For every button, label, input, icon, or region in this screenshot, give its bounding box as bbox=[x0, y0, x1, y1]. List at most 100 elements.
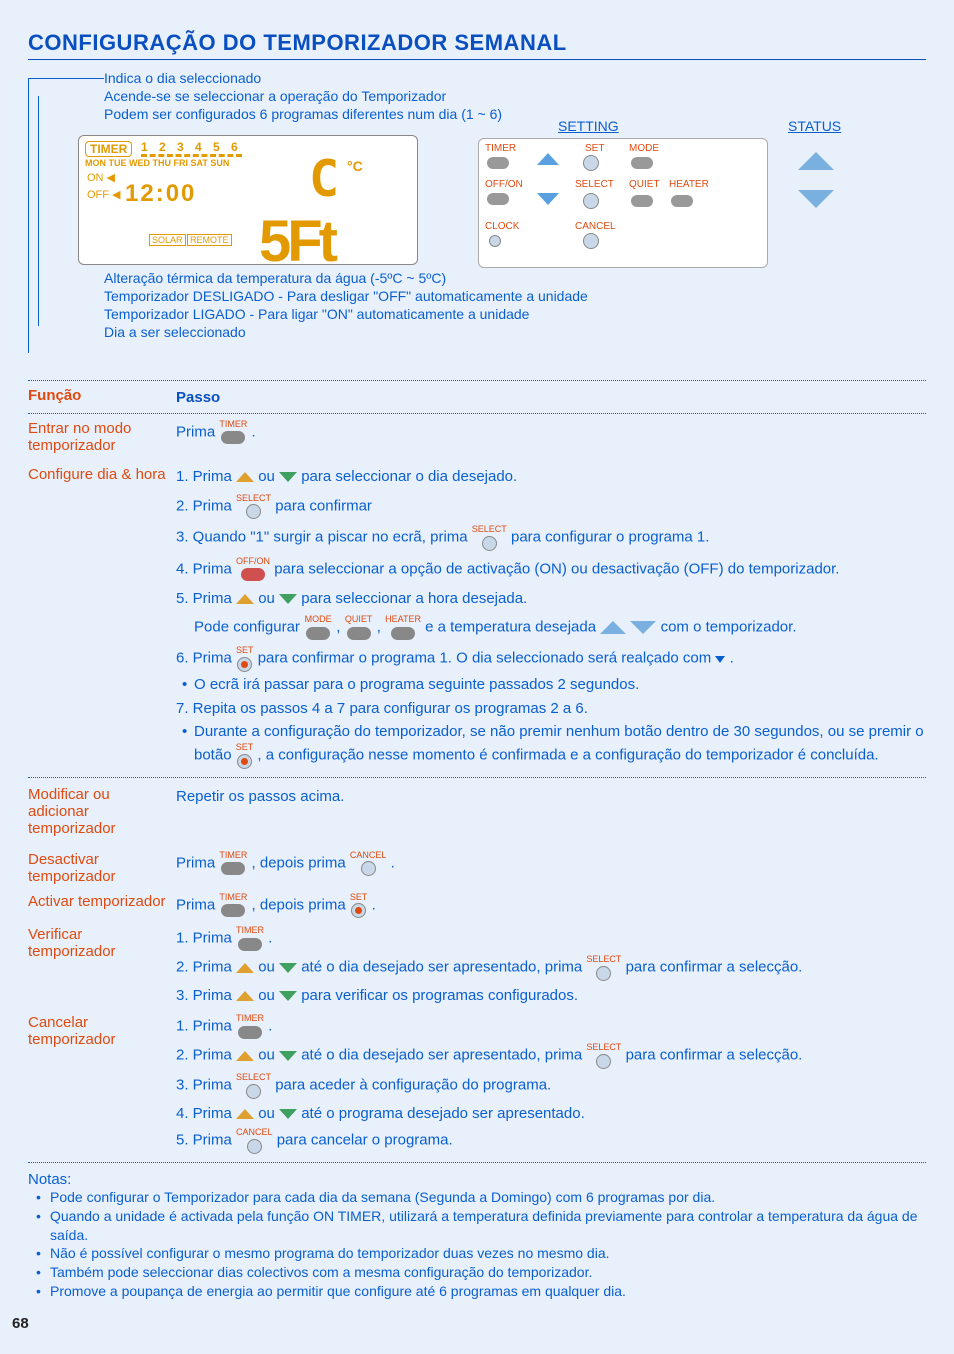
ctrl-heater-label: HEATER bbox=[669, 179, 709, 190]
text: 1. Prima bbox=[176, 1018, 236, 1035]
text: , depois prima bbox=[252, 854, 350, 871]
text: 1. Prima bbox=[176, 930, 236, 947]
icon-caption: SET bbox=[236, 743, 254, 752]
text: , depois prima bbox=[252, 896, 350, 913]
text: Prima bbox=[176, 896, 219, 913]
up-arrow-icon bbox=[537, 153, 559, 165]
text: 4. Prima bbox=[176, 560, 236, 577]
set-icon: SET bbox=[350, 893, 368, 919]
ctrl-set-label: SET bbox=[585, 143, 604, 154]
icon-caption: OFF/ON bbox=[236, 557, 270, 566]
up-icon bbox=[236, 1109, 254, 1119]
bullet: O ecrã irá passar para o programa seguin… bbox=[176, 674, 926, 696]
text: 3. Prima bbox=[176, 987, 236, 1004]
func-desactivar: Desactivar temporizador bbox=[28, 851, 176, 885]
text: . bbox=[268, 1018, 272, 1035]
func-configure: Configure dia & hora bbox=[28, 466, 176, 769]
up-icon bbox=[236, 963, 254, 973]
timer-icon: TIMER bbox=[219, 893, 247, 918]
text: para seleccionar a hora desejada. bbox=[301, 590, 527, 607]
timer-button-icon bbox=[487, 157, 509, 169]
heater-icon: HEATER bbox=[385, 615, 421, 640]
text: para aceder à configuração do programa. bbox=[275, 1077, 551, 1094]
diagram-region: Indica o dia seleccionado Acende-se se s… bbox=[28, 70, 926, 370]
text: 6. Prima bbox=[176, 650, 236, 667]
icon-caption: SELECT bbox=[236, 494, 271, 503]
icon-caption: SET bbox=[350, 893, 368, 902]
text: para confirmar o programa 1. O dia selec… bbox=[258, 650, 716, 667]
callout-6-programs: Podem ser configurados 6 programas difer… bbox=[104, 106, 502, 122]
cancel-icon: CANCEL bbox=[236, 1128, 273, 1154]
select-icon: SELECT bbox=[472, 525, 507, 551]
text: 3. Prima bbox=[176, 1077, 236, 1094]
temp-up-icon bbox=[600, 621, 626, 634]
icon-caption: SELECT bbox=[236, 1073, 271, 1082]
text: Prima bbox=[176, 854, 219, 871]
callout-timer-off: Temporizador DESLIGADO - Para desligar "… bbox=[104, 288, 588, 304]
down-icon bbox=[279, 963, 297, 973]
callout-day-to-select: Dia a ser seleccionado bbox=[104, 324, 246, 340]
callout-thermal: Alteração térmica da temperatura da água… bbox=[104, 270, 446, 286]
down-arrow-icon bbox=[537, 193, 559, 205]
row-desactivar: Desactivar temporizador Prima TIMER , de… bbox=[28, 851, 926, 885]
text: 7. Repita os passos 4 a 7 para configura… bbox=[176, 698, 926, 720]
text: ou bbox=[258, 1047, 279, 1064]
lcd-set-word: 5Ft bbox=[259, 208, 334, 275]
passo-entrar: Prima TIMER . bbox=[176, 420, 926, 454]
down-icon bbox=[279, 991, 297, 1001]
text: , a configuração nesse momento é confirm… bbox=[257, 747, 878, 764]
note-item: Também pode seleccionar dias colectivos … bbox=[36, 1263, 926, 1282]
timer-icon: TIMER bbox=[219, 420, 247, 445]
row-entrar: Entrar no modo temporizador Prima TIMER … bbox=[28, 420, 926, 454]
mode-icon: MODE bbox=[304, 615, 332, 640]
select-icon: SELECT bbox=[236, 1073, 271, 1099]
table-header-row: Função Passo bbox=[28, 387, 926, 409]
passo-modificar: Repetir os passos acima. bbox=[176, 786, 926, 837]
passo-verificar: 1. Prima TIMER . 2. Prima ou até o dia d… bbox=[176, 926, 926, 1006]
func-modificar: Modificar ou adicionar temporizador bbox=[28, 786, 176, 837]
text: . bbox=[372, 896, 376, 913]
down-icon bbox=[279, 472, 297, 482]
text: para confirmar bbox=[275, 497, 372, 514]
text: ou bbox=[258, 468, 279, 485]
set-icon: SET bbox=[236, 743, 254, 769]
offon-icon: OFF/ON bbox=[236, 557, 270, 582]
icon-caption: HEATER bbox=[385, 615, 421, 624]
lcd-unit: °C bbox=[347, 158, 363, 174]
note-item: Quando a unidade é activada pela função … bbox=[36, 1207, 926, 1245]
text: ou bbox=[258, 590, 279, 607]
text: para configurar o programa 1. bbox=[511, 529, 709, 546]
header-funcao: Função bbox=[28, 387, 176, 409]
status-up-icon bbox=[798, 152, 834, 170]
text: 3. Quando "1" surgir a piscar no ecrã, p… bbox=[176, 529, 472, 546]
note-item: Promove a poupança de energia ao permiti… bbox=[36, 1282, 926, 1301]
lcd-solar: SOLAR bbox=[149, 234, 186, 246]
text: 1. Prima bbox=[176, 468, 236, 485]
func-entrar: Entrar no modo temporizador bbox=[28, 420, 176, 454]
icon-caption: CANCEL bbox=[350, 851, 387, 860]
text: ou bbox=[258, 987, 279, 1004]
icon-caption: MODE bbox=[304, 615, 332, 624]
divider bbox=[28, 777, 926, 778]
text: , bbox=[377, 619, 385, 636]
timer-icon: TIMER bbox=[236, 926, 264, 951]
lcd-days: MON TUE WED THU FRI SAT SUN bbox=[85, 158, 229, 168]
ctrl-offon-label: OFF/ON bbox=[485, 179, 523, 190]
ctrl-select-label: SELECT bbox=[575, 179, 614, 190]
diagram-setting-label: SETTING bbox=[558, 118, 619, 134]
timer-icon: TIMER bbox=[236, 1014, 264, 1039]
text: para verificar os programas configurados… bbox=[301, 987, 578, 1004]
divider bbox=[28, 380, 926, 381]
header-passo: Passo bbox=[176, 387, 926, 409]
page-title: CONFIGURAÇÃO DO TEMPORIZADOR SEMANAL bbox=[28, 30, 926, 60]
func-verificar: Verificar temporizador bbox=[28, 926, 176, 1006]
text: , bbox=[336, 619, 344, 636]
ctrl-clock-label: CLOCK bbox=[485, 221, 519, 232]
temp-down-icon bbox=[630, 621, 656, 634]
lcd-panel: TIMER 1 2 3 4 5 6 MON TUE WED THU FRI SA… bbox=[78, 135, 418, 265]
text: ou bbox=[258, 1105, 279, 1122]
up-icon bbox=[236, 594, 254, 604]
icon-caption: TIMER bbox=[219, 851, 247, 860]
clock-button-icon bbox=[489, 235, 501, 247]
text: ou bbox=[258, 959, 279, 976]
